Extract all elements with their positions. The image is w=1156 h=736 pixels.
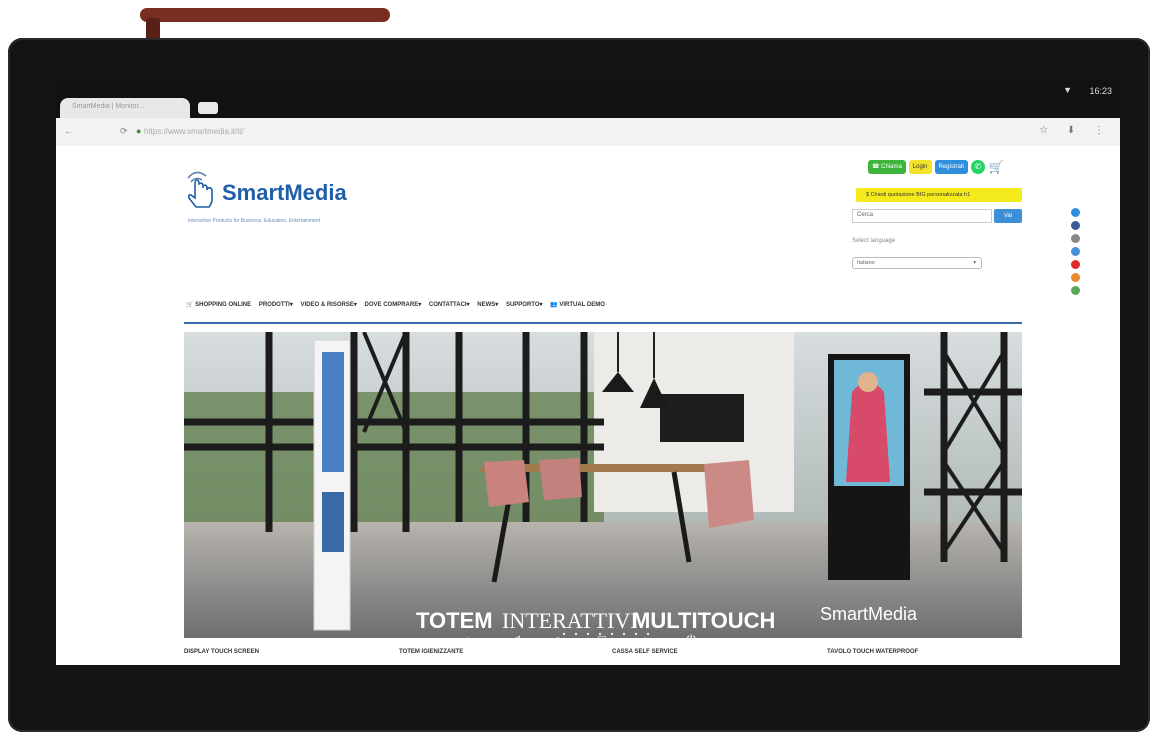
volume-down-icon[interactable]: ◖ [464,632,472,647]
back-icon[interactable]: ← [64,126,73,136]
logo-text: SmartMedia [222,180,347,205]
main-menu: 🛒 SHOPPING ONLINE PRODOTTI▾ VIDEO & RISO… [186,301,611,313]
social-icons [1071,208,1081,299]
social-icon[interactable] [1071,221,1080,230]
touch-hand-icon [187,171,213,208]
antenna [140,8,390,22]
chevron-down-icon: ▾ [973,260,976,266]
collapse-icon[interactable]: ︾ [64,632,77,651]
menu-item-virtual-demo[interactable]: 👥 VIRTUAL DEMO [550,302,605,308]
language-select[interactable]: Italiano ▾ [852,257,982,269]
tagline: Interactive Products for Business, Educa… [188,218,321,224]
menu-item-prodotti[interactable]: PRODOTTI▾ [259,302,293,308]
language-value: Italiano [857,260,875,266]
address-bar[interactable]: https://www.smartmedia.it/it/ [144,127,244,136]
register-button[interactable]: Registrati [934,159,968,174]
menu-item-contattaci[interactable]: CONTATTACI▾ [429,302,470,308]
social-icon[interactable] [1071,273,1080,282]
hero-banner[interactable]: TOTEM INTERATTIVI MULTITOUCH SmartMedia [184,332,1022,638]
social-icon[interactable] [1071,234,1080,243]
banner-photo: TOTEM INTERATTIVI MULTITOUCH SmartMedia [184,332,1022,638]
browser-tab[interactable]: SmartMedia | Monitor... [60,98,190,118]
social-icon[interactable] [1071,208,1080,217]
menu-item-news[interactable]: NEWS▾ [477,302,498,308]
social-icon[interactable] [1071,286,1080,295]
menu-item-shopping[interactable]: 🛒 SHOPPING ONLINE [186,302,251,308]
home-icon[interactable]: ○ [554,632,562,647]
cart-icon[interactable]: 🛒 [989,160,1004,174]
android-nav-bar: ︾ ◖ ◁ ○ □ ◗ ⏻ [0,626,1156,666]
call-button[interactable]: ☎ Chiama [868,159,906,174]
search-input[interactable]: Cerca [852,209,992,223]
browser-actions[interactable]: ☆ ⬇ ⋮ [1039,125,1112,136]
login-button[interactable]: Login [908,159,932,174]
volume-up-icon[interactable]: ◗ [642,632,650,647]
back-nav-icon[interactable]: ◁ [510,632,520,648]
social-icon[interactable] [1071,260,1080,269]
quote-request-button[interactable]: $ Chiedi quotazione BIG personalizzata h… [856,188,1022,202]
recents-icon[interactable]: □ [598,632,606,647]
social-icon[interactable] [1071,247,1080,256]
android-status-bar: ▼ 16:23 [56,80,1120,100]
reload-icon[interactable]: ⟳ [120,126,128,137]
top-actions: ☎ Chiama Login Registrati ✆ 🛒 [868,158,1004,176]
wifi-icon: ▼ [1063,85,1072,95]
menu-divider [184,322,1022,324]
tablet-screen: ▼ 16:23 SmartMedia | Monitor... ← ⟳ ● ht… [56,80,1120,665]
power-icon[interactable]: ⏻ [686,632,696,648]
language-label: Select language [852,238,896,244]
status-time: 16:23 [1089,86,1112,96]
lock-icon: ● [136,126,142,136]
banner-brand: SmartMedia [820,604,918,624]
web-page: SmartMedia Interactive Products for Busi… [56,146,1120,665]
menu-item-supporto[interactable]: SUPPORTO▾ [506,302,543,308]
browser-toolbar: ← ⟳ ● https://www.smartmedia.it/it/ ☆ ⬇ … [56,118,1120,146]
new-tab-button[interactable] [198,102,218,114]
menu-item-dove-comprare[interactable]: DOVE COMPRARE▾ [365,302,422,308]
menu-item-video-risorse[interactable]: VIDEO & RISORSE▾ [301,302,357,308]
whatsapp-icon[interactable]: ✆ [970,159,985,174]
search-button[interactable]: Vai [994,209,1022,223]
